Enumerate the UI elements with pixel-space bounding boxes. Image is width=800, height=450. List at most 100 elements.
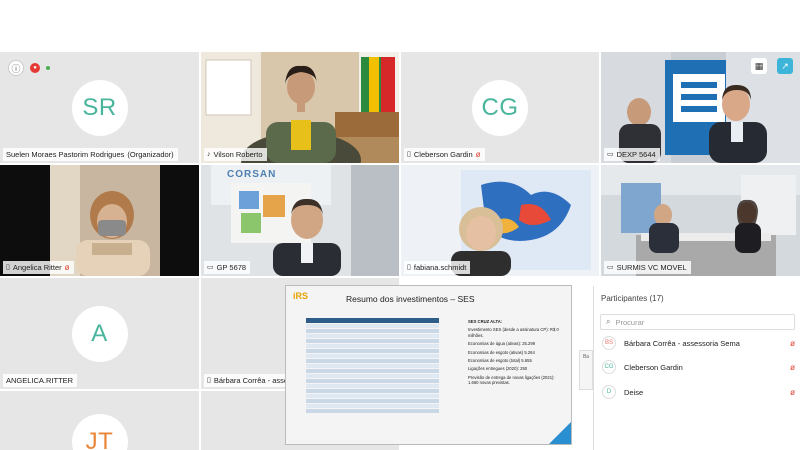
mic-off-icon: ø — [790, 338, 795, 348]
mic-off-icon: ø — [790, 387, 795, 397]
slide-table-row — [306, 388, 439, 393]
participant-tile-jt[interactable]: JT — [0, 391, 199, 450]
audio-icon: ♪ — [207, 151, 211, 158]
video-device-icon: ▭ — [607, 151, 614, 158]
participant-name-tag: ANGELICA.RITTER — [3, 374, 78, 387]
avatar: SR — [71, 79, 128, 136]
participant-search-input[interactable]: ⌕ Procurar — [600, 314, 795, 330]
slide-table-row — [306, 363, 439, 369]
slide-table — [306, 318, 439, 414]
participant-list-item[interactable]: D Deise ø — [602, 384, 797, 400]
avatar: BS — [602, 336, 616, 350]
slide-summary: SES CRUZ ALTA: Investimento SES (desde a… — [468, 319, 564, 389]
participant-name: ANGELICA.RITTER — [6, 376, 74, 385]
participant-tile-surmis[interactable]: ▭ SURMIS VC MOVEL — [601, 165, 800, 276]
video-feed — [601, 52, 800, 163]
phone-icon: ▯ — [207, 377, 211, 384]
phone-icon: ▯ — [407, 151, 411, 158]
participant-name: Vilson Roberto — [213, 150, 263, 159]
slide-line: Ligações entregues (2020): 250 — [468, 366, 528, 372]
video-feed — [201, 165, 399, 276]
slide-heading: SES CRUZ ALTA: — [468, 319, 503, 324]
participant-name: fabiana.schmidt — [413, 263, 467, 272]
slide-table-row — [306, 383, 439, 388]
video-feed — [0, 165, 199, 276]
mic-off-icon: ø — [475, 150, 481, 159]
slide-table-row — [306, 353, 439, 359]
participant-name: GP 5678 — [216, 263, 247, 272]
slide-corner-decoration — [549, 422, 571, 444]
slide-line: Investimento SES (desde a assinatura CP)… — [468, 327, 559, 338]
mic-off-icon: ø — [64, 263, 70, 272]
participant-tile-angelica[interactable]: ▯ Angelica Ritter ø — [0, 165, 199, 276]
participant-list-item[interactable]: BS Bárbara Corrêa - assessoria Sema ø — [602, 335, 797, 351]
slide-table-row — [306, 338, 439, 344]
participant-name-tag: ▯ Cleberson Gardin ø — [404, 148, 485, 161]
slide-table-row — [306, 358, 439, 364]
slide-table-row — [306, 378, 439, 384]
participant-role: (Organizador) — [127, 150, 174, 159]
participant-name: DEXP 5644 — [616, 150, 656, 159]
participant-tile-gp[interactable]: CORSAN ▭ GP 5678 — [201, 165, 399, 276]
participant-list-name: Cleberson Gardin — [624, 362, 683, 372]
meeting-window: SR Suelen Moraes Pastorim Rodrigues (Org… — [0, 0, 800, 450]
meeting-controls: ⓘ ● — [8, 60, 50, 76]
phone-icon: ▯ — [6, 264, 10, 271]
screen-share-window[interactable]: iRS Resumo dos investimentos – SES SES C… — [285, 285, 572, 445]
participant-list-item[interactable]: CG Cleberson Gardin ø — [602, 359, 797, 375]
slide-title: Resumo dos investimentos – SES — [346, 294, 475, 304]
slide-table-row — [306, 328, 439, 334]
slide-table-row — [306, 348, 439, 354]
participant-name: Bárbara Corrêa - asses — [213, 376, 292, 385]
participant-name: Cleberson Gardin — [413, 150, 473, 159]
share-icon[interactable]: ↗ — [777, 58, 793, 74]
slide-line: Economias de água (ativas): 25.299 — [468, 341, 536, 347]
search-placeholder: Procurar — [615, 317, 645, 327]
slide-table-row — [306, 368, 439, 374]
wall-sign: CORSAN — [227, 169, 277, 180]
video-feed — [601, 165, 800, 276]
participants-panel: Participantes (17) ⌕ Procurar BS Bárbara… — [593, 286, 800, 450]
status-dot — [46, 66, 50, 70]
record-icon[interactable]: ● — [30, 63, 40, 73]
slide-table-row — [306, 408, 439, 413]
participant-name: Angelica Ritter — [12, 263, 62, 272]
phone-icon: ▯ — [407, 264, 411, 271]
participant-name-tag: ♪ Vilson Roberto — [204, 148, 267, 161]
panel-collapse-handle[interactable]: Ba — [579, 350, 593, 390]
slide-logo: iRS — [293, 291, 308, 301]
participant-tile-cg[interactable]: CG ▯ Cleberson Gardin ø — [401, 52, 599, 163]
avatar: A — [71, 305, 128, 362]
participant-name-tag: ▯ fabiana.schmidt — [404, 261, 471, 274]
grid-view-icon[interactable]: ▦ — [751, 58, 767, 74]
participant-tile-dexp[interactable]: ▦ ↗ ▭ DEXP 5644 — [601, 52, 800, 163]
participant-name-tag: ▭ GP 5678 — [204, 261, 251, 274]
participant-name-tag: ▭ DEXP 5644 — [604, 148, 660, 161]
participant-name: Suelen Moraes Pastorim Rodrigues — [6, 150, 125, 159]
video-feed — [401, 165, 599, 276]
participant-name-tag: ▯ Bárbara Corrêa - asses — [204, 374, 296, 387]
info-icon[interactable]: ⓘ — [8, 60, 24, 76]
slide-table-row — [306, 324, 439, 329]
slide-table-header — [306, 318, 439, 323]
avatar: CG — [472, 79, 528, 136]
avatar: D — [602, 385, 616, 399]
slide-line: Previsão de entrega de novas ligações (2… — [468, 374, 555, 386]
participant-name-tag: ▭ SURMIS VC MOVEL — [604, 261, 691, 274]
slide-table-row — [306, 398, 439, 403]
mic-off-icon: ø — [790, 362, 795, 372]
slide-line: Economias de esgoto (ativas) 5.264 — [468, 349, 535, 355]
video-device-icon: ▭ — [207, 264, 214, 271]
slide-line: Economias de esgoto (total) 5.655 — [468, 358, 532, 364]
video-feed — [201, 52, 399, 163]
participant-tile-vilson[interactable]: ♪ Vilson Roberto — [201, 52, 399, 163]
search-icon: ⌕ — [606, 317, 611, 326]
slide-table-row — [306, 393, 439, 398]
avatar: CG — [602, 360, 616, 374]
participant-tile-fabiana[interactable]: ▯ fabiana.schmidt — [401, 165, 599, 276]
slide-table-row — [306, 373, 439, 379]
participant-list-name: Deise — [624, 387, 644, 397]
participant-name-tag: Suelen Moraes Pastorim Rodrigues (Organi… — [3, 148, 178, 161]
participant-tile-a[interactable]: A ANGELICA.RITTER — [0, 278, 199, 389]
participant-name: SURMIS VC MOVEL — [616, 263, 687, 272]
